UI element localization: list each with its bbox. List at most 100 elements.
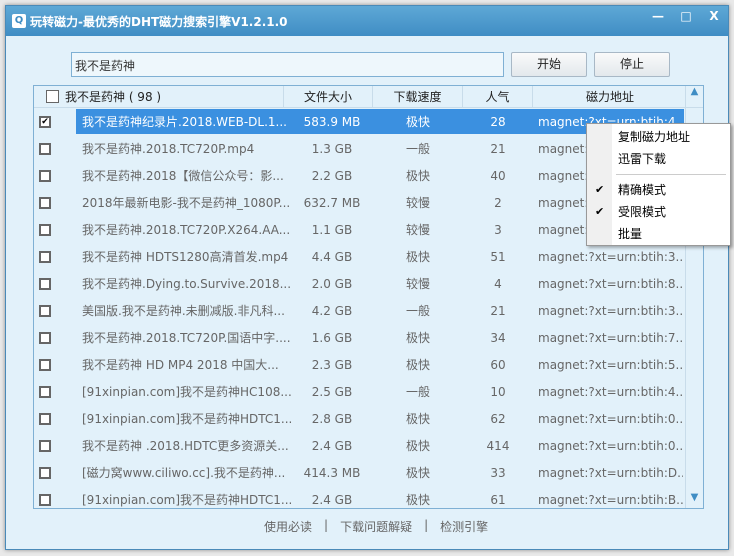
row-checkbox[interactable] (39, 331, 51, 344)
stop-button[interactable]: 停止 (594, 52, 670, 77)
search-logo-icon: Q (12, 14, 26, 28)
start-button[interactable]: 开始 (511, 52, 587, 77)
maximize-button[interactable]: □ (672, 6, 700, 26)
header-name-label: 我不是药神 ( 98 ) (65, 89, 162, 104)
popularity: 51 (490, 249, 506, 264)
file-name: [91xinpian.com]我不是药神HDTC1... (82, 493, 291, 507)
table-row[interactable]: [91xinpian.com]我不是药神HC108... 2.5 GB 一般 1… (34, 378, 703, 405)
file-size: 4.4 GB (311, 249, 353, 264)
file-size: 1.1 GB (311, 222, 353, 237)
row-checkbox[interactable] (39, 196, 51, 209)
context-menu: 复制磁力地址迅雷下载 ✔ 精确模式 ✔ 受限模式 批量 (586, 123, 731, 246)
table-row[interactable]: 美国版.我不是药神.未删减版.非凡科... 4.2 GB 一般 21 magne… (34, 297, 703, 324)
file-size: 4.2 GB (311, 303, 353, 318)
file-size: 1.3 GB (311, 141, 353, 156)
row-checkbox[interactable] (39, 223, 51, 236)
file-name: 我不是药神 HDTS1280高清首发.mp4 (82, 250, 289, 264)
magnet-link: magnet:?xt=urn:btih:B... (538, 492, 683, 507)
popularity: 28 (490, 114, 506, 129)
magnet-link: magnet:?xt=urn:btih:3... (538, 249, 683, 264)
file-size: 1.6 GB (311, 330, 353, 345)
file-name: 我不是药神.2018【微信公众号：影... (82, 169, 284, 183)
menu-item-label: 迅雷下载 (618, 152, 667, 166)
popularity: 21 (490, 141, 506, 156)
title-bar: Q 玩转磁力-最优秀的DHT磁力搜索引擎V1.2.1.0 — □ X (6, 6, 728, 36)
footer-link-faq[interactable]: 下载问题解疑 (340, 518, 412, 535)
header-name[interactable]: 我不是药神 ( 98 ) (34, 86, 284, 108)
header-speed[interactable]: 下载速度 (373, 86, 463, 108)
row-checkbox[interactable] (39, 142, 51, 155)
scroll-down-icon[interactable]: ▼ (686, 492, 703, 508)
file-name: 我不是药神 HD MP4 2018 中国大... (82, 358, 279, 372)
download-speed: 较慢 (405, 196, 430, 210)
popularity: 3 (494, 222, 502, 237)
select-all-checkbox[interactable] (46, 90, 59, 103)
footer-link-engine-check[interactable]: 检测引擎 (440, 518, 488, 535)
close-button[interactable]: X (700, 6, 728, 26)
row-checkbox[interactable] (39, 304, 51, 317)
search-input[interactable]: 我不是药神 (71, 52, 504, 77)
file-name: 我不是药神纪录片.2018.WEB-DL.1... (82, 115, 287, 129)
file-name: 2018年最新电影-我不是药神_1080P... (82, 196, 291, 210)
check-icon: ✔ (595, 205, 605, 218)
check-icon: ✔ (595, 183, 605, 196)
row-checkbox[interactable] (39, 250, 51, 263)
menu-item[interactable]: 迅雷下载 (587, 148, 730, 170)
row-checkbox[interactable] (39, 358, 51, 371)
header-magnet[interactable]: 磁力地址 (533, 86, 687, 108)
popularity: 34 (490, 330, 506, 345)
magnet-link: magnet:?xt=urn:btih:5... (538, 357, 683, 372)
popularity: 21 (490, 303, 506, 318)
app-window: Q 玩转磁力-最优秀的DHT磁力搜索引擎V1.2.1.0 — □ X 我不是药神… (5, 5, 729, 550)
menu-separator (616, 174, 726, 175)
file-size: 2.4 GB (311, 438, 353, 453)
menu-item[interactable]: 批量 (587, 223, 730, 245)
magnet-link: magnet:?xt=urn:btih:3... (538, 303, 683, 318)
popularity: 414 (486, 438, 510, 453)
file-size: 414.3 MB (303, 465, 361, 480)
table-row[interactable]: 我不是药神 HD MP4 2018 中国大... 2.3 GB 极快 60 ma… (34, 351, 703, 378)
file-size: 2.8 GB (311, 411, 353, 426)
file-name: 我不是药神.2018.TC720P.X264.AA... (82, 223, 291, 237)
table-header: 我不是药神 ( 98 ) 文件大小 下载速度 人气 磁力地址 (34, 86, 703, 108)
download-speed: 较慢 (405, 277, 430, 291)
row-checkbox[interactable] (39, 169, 51, 182)
row-checkbox[interactable] (39, 385, 51, 398)
scroll-up-icon[interactable]: ▲ (686, 86, 703, 102)
menu-item[interactable]: ✔ 受限模式 (587, 201, 730, 223)
row-checkbox[interactable] (39, 493, 51, 506)
row-checkbox[interactable]: ✔ (39, 115, 51, 128)
popularity: 40 (490, 168, 506, 183)
magnet-link: magnet:?xt=urn:btih:8... (538, 276, 683, 291)
minimize-button[interactable]: — (644, 6, 672, 26)
download-speed: 极快 (405, 250, 430, 264)
download-speed: 极快 (405, 493, 430, 507)
popularity: 4 (494, 276, 502, 291)
menu-item-label: 精确模式 (618, 183, 667, 197)
table-row[interactable]: [91xinpian.com]我不是药神HDTC1... 2.4 GB 极快 6… (34, 486, 703, 508)
download-speed: 一般 (405, 142, 430, 156)
row-checkbox[interactable] (39, 412, 51, 425)
footer-separator: | (324, 518, 329, 532)
table-row[interactable]: 我不是药神 HDTS1280高清首发.mp4 4.4 GB 极快 51 magn… (34, 243, 703, 270)
menu-item[interactable]: 复制磁力地址 (587, 126, 730, 148)
popularity: 10 (490, 384, 506, 399)
download-speed: 极快 (405, 412, 430, 426)
menu-item[interactable]: ✔ 精确模式 (587, 179, 730, 201)
table-row[interactable]: 我不是药神.Dying.to.Survive.2018.... 2.0 GB 较… (34, 270, 703, 297)
popularity: 60 (490, 357, 506, 372)
header-popularity[interactable]: 人气 (463, 86, 533, 108)
table-row[interactable]: 我不是药神.2018.TC720P.国语中字.... 1.6 GB 极快 34 … (34, 324, 703, 351)
row-checkbox[interactable] (39, 466, 51, 479)
download-speed: 极快 (405, 439, 430, 453)
popularity: 2 (494, 195, 502, 210)
row-checkbox[interactable] (39, 277, 51, 290)
table-row[interactable]: [磁力窝www.ciliwo.cc].我不是药神... 414.3 MB 极快 … (34, 459, 703, 486)
header-size[interactable]: 文件大小 (284, 86, 373, 108)
table-row[interactable]: 我不是药神 .2018.HDTC更多资源关... 2.4 GB 极快 414 m… (34, 432, 703, 459)
footer-link-guide[interactable]: 使用必读 (264, 518, 312, 535)
row-checkbox[interactable] (39, 439, 51, 452)
file-size: 2.0 GB (311, 276, 353, 291)
table-row[interactable]: [91xinpian.com]我不是药神HDTC1... 2.8 GB 极快 6… (34, 405, 703, 432)
footer-separator: | (424, 518, 429, 532)
